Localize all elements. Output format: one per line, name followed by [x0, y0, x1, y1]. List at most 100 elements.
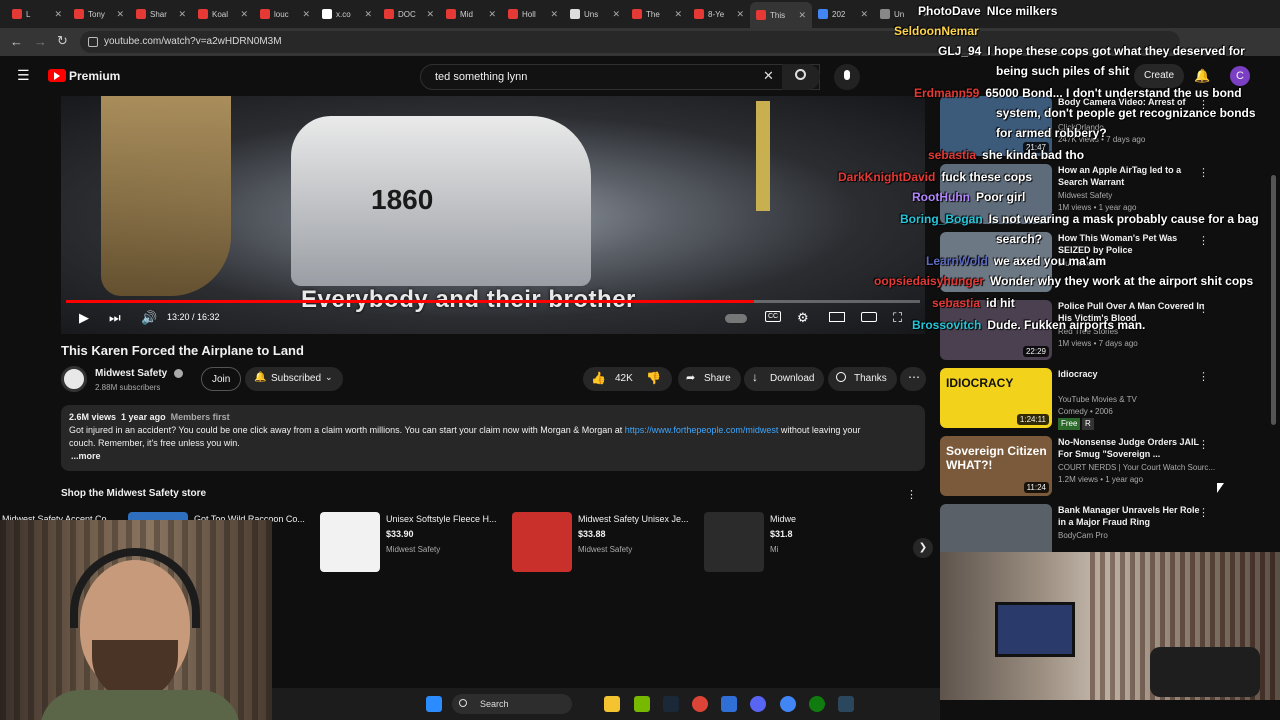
nvidia-icon[interactable]: [634, 696, 650, 712]
steam2-icon[interactable]: [838, 696, 854, 712]
sidebar-scrollbar[interactable]: [1271, 175, 1276, 425]
cast-icon[interactable]: [861, 312, 877, 322]
tab-close-icon[interactable]: ✕: [116, 9, 124, 20]
tab-close-icon[interactable]: ✕: [550, 9, 558, 20]
browser-tab[interactable]: Koal ✕: [192, 3, 254, 25]
reload-icon[interactable]: ↻: [57, 33, 68, 49]
taskbar-search[interactable]: Search: [452, 694, 572, 714]
browser-tab[interactable]: Tony ✕: [68, 3, 130, 25]
create-button[interactable]: Create: [1134, 64, 1185, 88]
menu-icon[interactable]: ☰: [17, 67, 30, 84]
browser-tab[interactable]: louc ✕: [254, 3, 316, 25]
avatar[interactable]: C: [1230, 66, 1250, 86]
video-channel[interactable]: Midwest Safety: [1058, 190, 1112, 202]
chat-text: we axed you ma'am: [993, 254, 1107, 268]
video-title[interactable]: No-Nonsense Judge Orders JAIL For Smug "…: [1058, 436, 1208, 460]
browser-tab[interactable]: Uns ✕: [564, 3, 626, 25]
video-channel[interactable]: COURT NERDS | Your Court Watch Sourc...: [1058, 462, 1215, 474]
next-icon[interactable]: ⏭: [109, 310, 121, 326]
fullscreen-icon[interactable]: ⛶: [893, 310, 902, 326]
browser-tab[interactable]: DOC ✕: [378, 3, 440, 25]
browser-tab[interactable]: Holl ✕: [502, 3, 564, 25]
autoplay-toggle[interactable]: [725, 314, 747, 323]
steam-icon[interactable]: [663, 696, 679, 712]
join-button[interactable]: Join: [201, 367, 242, 391]
description-link[interactable]: https://www.forthepeople.com/midwest: [625, 425, 779, 435]
tab-close-icon[interactable]: ✕: [860, 9, 868, 20]
channel-avatar[interactable]: [61, 366, 87, 392]
tab-close-icon[interactable]: ✕: [240, 9, 248, 20]
product-image[interactable]: [320, 512, 380, 572]
video-menu-icon[interactable]: ⋮: [1198, 234, 1209, 247]
video-thumbnail[interactable]: Sovereign Citizen WHAT?! 11:24: [940, 436, 1052, 496]
tab-close-icon[interactable]: ✕: [612, 9, 620, 20]
browser-tab[interactable]: This ✕: [750, 2, 812, 28]
forward-icon[interactable]: →: [34, 34, 47, 49]
xbox-icon[interactable]: [809, 696, 825, 712]
video-title[interactable]: How an Apple AirTag led to a Search Warr…: [1058, 164, 1208, 188]
more-actions-button[interactable]: ⋯: [900, 367, 926, 391]
video-player[interactable]: 1860 Everybody and their brother ▶ ⏭ 🔊 1…: [61, 96, 925, 334]
product-image[interactable]: [704, 512, 764, 572]
share-label: Share: [704, 373, 731, 384]
theater-mode-icon[interactable]: [829, 312, 845, 322]
upload-age: 1 year ago: [121, 412, 166, 422]
tab-close-icon[interactable]: ✕: [488, 9, 496, 20]
video-menu-icon[interactable]: ⋮: [1198, 438, 1209, 451]
browser-tab[interactable]: Shar ✕: [130, 3, 192, 25]
chat-message: for armed robbery?: [990, 126, 1107, 140]
search-input[interactable]: ted something lynn: [420, 64, 820, 90]
tab-close-icon[interactable]: ✕: [302, 9, 310, 20]
browser-tab[interactable]: 202 ✕: [812, 3, 874, 25]
tab-close-icon[interactable]: ✕: [54, 9, 62, 20]
tab-close-icon[interactable]: ✕: [674, 9, 682, 20]
notifications-icon[interactable]: 🔔: [1194, 68, 1210, 84]
video-title[interactable]: How This Woman's Pet Was SEIZED by Polic…: [1058, 232, 1208, 256]
channel-name[interactable]: Midwest Safety: [95, 368, 167, 379]
tab-label: This: [770, 10, 786, 20]
video-menu-icon[interactable]: ⋮: [1198, 166, 1209, 179]
back-icon[interactable]: ←: [10, 34, 23, 49]
video-channel[interactable]: BodyCam Pro: [1058, 530, 1108, 542]
product-image[interactable]: [512, 512, 572, 572]
volume-icon[interactable]: 🔊: [141, 310, 157, 326]
shop-more-icon[interactable]: ⋮: [906, 488, 917, 501]
video-title[interactable]: Bank Manager Unravels Her Role in a Majo…: [1058, 504, 1208, 528]
browser-tab[interactable]: L ✕: [6, 3, 68, 25]
tab-close-icon[interactable]: ✕: [364, 9, 372, 20]
browser-tab[interactable]: x.co ✕: [316, 3, 378, 25]
description-box[interactable]: 2.6M views 1 year ago Members first Got …: [61, 405, 925, 471]
discord-icon[interactable]: [750, 696, 766, 712]
video-menu-icon[interactable]: ⋮: [1198, 506, 1209, 519]
subtitles-icon[interactable]: CC: [765, 311, 781, 322]
chrome-icon[interactable]: [692, 696, 708, 712]
browser-tab[interactable]: 8-Ye ✕: [688, 3, 750, 25]
chrome-active-icon[interactable]: [780, 696, 796, 712]
play-icon[interactable]: ▶: [79, 310, 89, 326]
tab-close-icon[interactable]: ✕: [426, 9, 434, 20]
shop-heading: Shop the Midwest Safety store: [61, 488, 207, 499]
tab-close-icon[interactable]: ✕: [736, 9, 744, 20]
windows-start-icon[interactable]: [426, 696, 442, 712]
video-menu-icon[interactable]: ⋮: [1198, 302, 1209, 315]
video-thumbnail[interactable]: IDIOCRACY 1:24:11: [940, 368, 1052, 428]
clear-search-icon[interactable]: ✕: [763, 68, 774, 84]
video-menu-icon[interactable]: ⋮: [1198, 370, 1209, 383]
recommended-video[interactable]: IDIOCRACY 1:24:11 Idiocracy YouTube Movies …: [940, 368, 1270, 430]
search-button[interactable]: [782, 64, 820, 90]
app-icon[interactable]: [721, 696, 737, 712]
site-info-icon[interactable]: [88, 37, 98, 47]
browser-tab[interactable]: The ✕: [626, 3, 688, 25]
file-explorer-icon[interactable]: [604, 696, 620, 712]
shop-section: Shop the Midwest Safety store ⋮ Midwest …: [2, 488, 933, 572]
browser-tab[interactable]: Mid ✕: [440, 3, 502, 25]
shop-next-icon[interactable]: ❯: [913, 538, 933, 558]
progress-bar[interactable]: [66, 300, 920, 303]
tab-close-icon[interactable]: ✕: [798, 10, 806, 21]
tab-close-icon[interactable]: ✕: [178, 9, 186, 20]
show-more-link[interactable]: ...more: [71, 450, 917, 463]
download-label: Download: [770, 373, 815, 384]
settings-gear-icon[interactable]: ⚙: [797, 310, 809, 326]
video-title[interactable]: Idiocracy: [1058, 368, 1208, 380]
video-channel[interactable]: YouTube Movies & TV: [1058, 394, 1137, 406]
